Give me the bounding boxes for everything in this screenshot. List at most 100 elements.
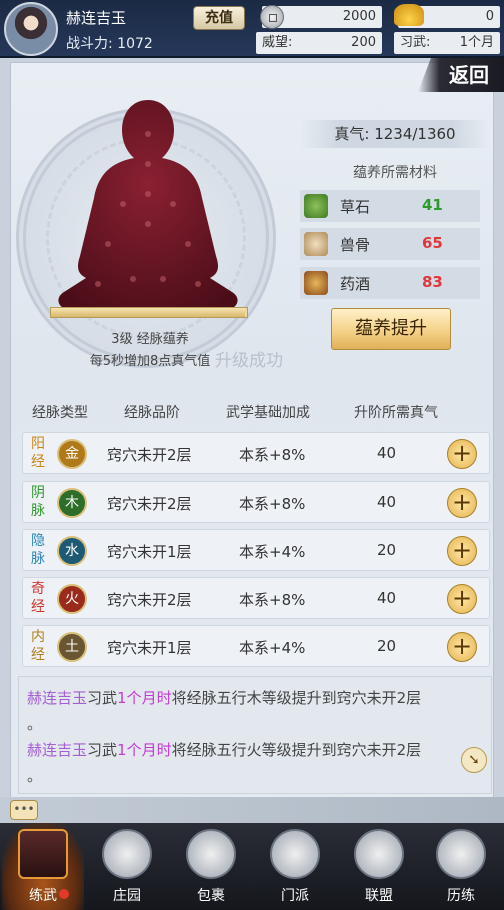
upgrade-cost: 20 [377, 541, 397, 559]
plus-icon[interactable]: + [447, 584, 477, 614]
silver-resource: 2000 [260, 5, 382, 29]
notification-dot [59, 889, 69, 899]
alliance-icon [354, 829, 404, 879]
base-bonus: 本系+8% [239, 591, 306, 609]
table-row: 阴脉 木 窍穴未开2层 本系+8% 40 + [22, 481, 490, 523]
meridian-level: 3级 经脉蕴养 [111, 332, 189, 347]
base-bonus: 本系+4% [239, 543, 306, 561]
log-end: 。 [27, 715, 43, 733]
base-bonus: 本系+8% [239, 446, 306, 464]
combat-power: 战斗力: 1072 [66, 33, 153, 53]
meridian-type: 阴脉 [31, 485, 45, 519]
material-name: 药酒 [340, 275, 371, 293]
meridian-type: 内经 [31, 629, 45, 663]
nav-bag[interactable]: 包裹 [170, 823, 252, 910]
cultivate-upgrade-button[interactable]: 蕴养提升 [331, 308, 451, 350]
bone-icon [304, 232, 328, 256]
bag-icon [186, 829, 236, 879]
material-row[interactable]: 药酒 83 [300, 267, 480, 299]
top-bar: 赫连吉玉 战斗力: 1072 充值 2000 0 威望: 200 习武: 1个月 [0, 0, 504, 58]
meridian-type: 阳经 [31, 436, 45, 470]
material-name: 兽骨 [340, 236, 371, 254]
plus-icon[interactable]: + [447, 536, 477, 566]
nav-label: 联盟 [365, 888, 393, 904]
log-text: 将经脉五行火等级提升到窍穴未开2层 [171, 741, 422, 759]
training-icon [436, 829, 486, 879]
meridian-grade: 窍穴未开1层 [107, 543, 192, 561]
col-base-bonus: 武学基础加成 [226, 405, 310, 421]
combat-power-label: 战斗力: [66, 36, 113, 52]
upgrade-cost: 20 [377, 637, 397, 655]
nav-label: 庄园 [113, 888, 141, 904]
wine-gourd-icon [304, 271, 328, 295]
nav-label: 历练 [447, 888, 475, 904]
practice-value: 1个月 [459, 35, 494, 50]
upgrade-success-text: 升级成功 [215, 351, 283, 371]
herb-icon [304, 194, 328, 218]
plus-icon[interactable]: + [447, 488, 477, 518]
scroll-down-icon[interactable]: ➘ [461, 747, 487, 773]
recharge-button[interactable]: 充值 [193, 6, 245, 30]
silver-value: 2000 [342, 9, 376, 24]
log-verb: 习武 [87, 689, 118, 707]
fire-element-icon: 火 [57, 584, 87, 614]
meridian-grade: 窍穴未开2层 [107, 446, 192, 464]
col-meridian-grade: 经脉品阶 [124, 405, 180, 421]
log-text: 将经脉五行木等级提升到窍穴未开2层 [171, 689, 422, 707]
meditation-progress-bar [50, 307, 248, 318]
zhenqi-value: 真气: 1234/1360 [300, 120, 490, 148]
material-name: 草石 [340, 198, 371, 216]
sect-icon [270, 829, 320, 879]
gold-value: 0 [485, 9, 494, 24]
practice-resource: 习武: 1个月 [394, 32, 500, 54]
nav-martial[interactable]: 练武 [2, 823, 84, 910]
log-line: 赫连吉玉习武1个月时将经脉五行木等级提升到窍穴未开2层 [27, 687, 421, 708]
nav-label: 门派 [281, 888, 309, 904]
log-player: 赫连吉玉 [27, 689, 88, 707]
water-element-icon: 水 [57, 536, 87, 566]
player-name: 赫连吉玉 [66, 9, 127, 27]
log-time: 1个月时 [117, 689, 172, 707]
nav-training[interactable]: 历练 [420, 823, 502, 910]
wood-element-icon: 木 [57, 488, 87, 518]
chat-button[interactable]: ••• [10, 800, 38, 820]
base-bonus: 本系+8% [239, 495, 306, 513]
combat-power-value: 1072 [117, 36, 153, 52]
meridian-type: 奇经 [31, 581, 45, 615]
meditation-progress-fill [51, 308, 246, 317]
martial-icon [18, 829, 68, 879]
log-time: 1个月时 [117, 741, 172, 759]
material-count: 65 [422, 234, 443, 252]
log-end: 。 [27, 767, 43, 785]
meridian-grade: 窍穴未开1层 [107, 639, 192, 657]
material-row[interactable]: 草石 41 [300, 190, 480, 222]
log-verb: 习武 [87, 741, 118, 759]
base-bonus: 本系+4% [239, 639, 306, 657]
earth-element-icon: 土 [57, 632, 87, 662]
material-count: 41 [422, 196, 443, 214]
practice-label: 习武: [400, 35, 431, 50]
prestige-value: 200 [351, 35, 376, 50]
upgrade-cost: 40 [377, 493, 397, 511]
plus-icon[interactable]: + [447, 439, 477, 469]
prestige-resource: 威望: 200 [256, 32, 382, 54]
nav-label: 练武 [29, 888, 57, 904]
table-row: 阳经 金 窍穴未开2层 本系+8% 40 + [22, 432, 490, 474]
meridian-type: 隐脉 [31, 533, 45, 567]
table-row: 奇经 火 窍穴未开2层 本系+8% 40 + [22, 577, 490, 619]
event-log[interactable]: 赫连吉玉习武1个月时将经脉五行木等级提升到窍穴未开2层 。 赫连吉玉习武1个月时… [18, 676, 492, 794]
nav-alliance[interactable]: 联盟 [338, 823, 420, 910]
back-button[interactable]: 返回 [418, 58, 504, 92]
nav-manor[interactable]: 庄园 [86, 823, 168, 910]
bottom-nav: 练武 庄园 包裹 门派 联盟 历练 [0, 823, 504, 910]
col-meridian-type: 经脉类型 [32, 405, 88, 421]
material-row[interactable]: 兽骨 65 [300, 228, 480, 260]
meridian-table-header: 经脉类型 经脉品阶 武学基础加成 升阶所需真气 [18, 396, 492, 426]
meridian-grade: 窍穴未开2层 [107, 591, 192, 609]
gold-resource: 0 [394, 4, 500, 28]
manor-icon [102, 829, 152, 879]
nav-sect[interactable]: 门派 [254, 823, 336, 910]
meditation-figure [58, 100, 238, 310]
avatar[interactable] [4, 2, 58, 56]
plus-icon[interactable]: + [447, 632, 477, 662]
